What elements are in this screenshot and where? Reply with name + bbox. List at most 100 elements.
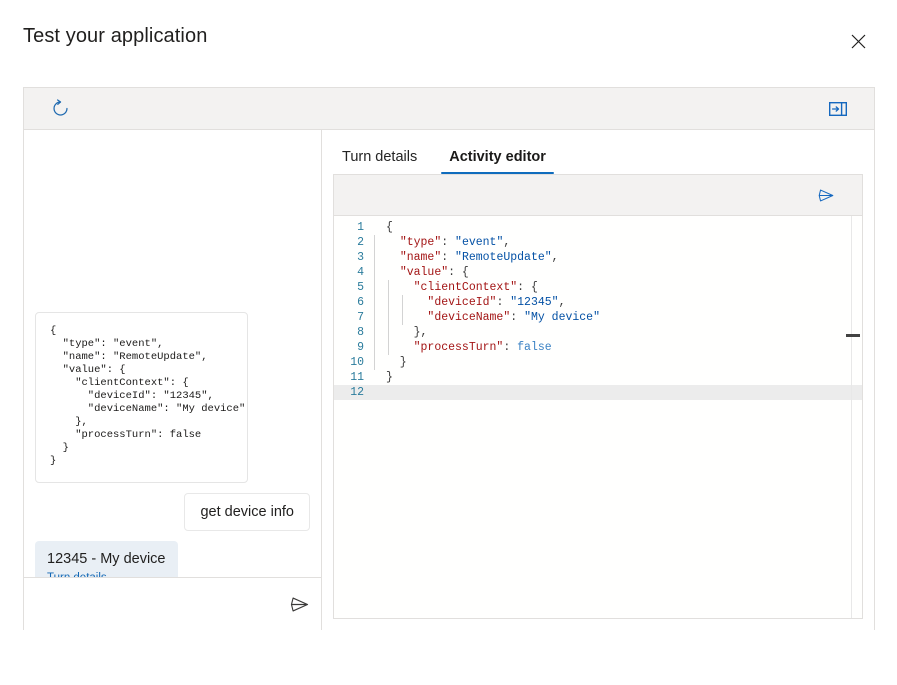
code-line-text: "type": "event",: [374, 235, 862, 250]
code-line-text: "name": "RemoteUpdate",: [374, 250, 862, 265]
token-str: "event": [455, 236, 504, 249]
send-icon[interactable]: [812, 181, 840, 209]
code-line[interactable]: 12: [334, 385, 862, 400]
indent-guide: [374, 325, 375, 340]
indent-guide: [387, 295, 389, 310]
token-punc: {: [386, 221, 393, 234]
send-icon[interactable]: [277, 578, 321, 630]
token-punc: ,: [503, 236, 511, 249]
indent-guide: [387, 280, 389, 295]
token-punc: ,: [558, 296, 566, 309]
code-line[interactable]: 9 "processTurn": false: [334, 340, 862, 355]
json-code-editor[interactable]: 1{2 "type": "event", 3 "name": "RemoteUpd…: [334, 216, 862, 618]
token-punc: [386, 341, 414, 354]
chat-input[interactable]: [24, 578, 277, 630]
line-number: 10: [350, 356, 364, 369]
line-number: 6: [357, 296, 364, 309]
chat-panel: { "type": "event", "name": "RemoteUpdate…: [24, 130, 322, 630]
code-line[interactable]: 6 "deviceId": "12345",: [334, 295, 862, 310]
token-key: "type": [399, 236, 442, 249]
token-punc: }: [386, 356, 407, 369]
token-punc: [386, 251, 400, 264]
code-line[interactable]: 4 "value": {: [334, 265, 862, 280]
token-punc: : {: [448, 266, 469, 279]
token-punc: :: [503, 341, 518, 354]
indent-guide: [374, 340, 375, 355]
code-line[interactable]: 11}: [334, 370, 862, 385]
panel-toolbar: [24, 88, 874, 130]
code-line[interactable]: 8 },: [334, 325, 862, 340]
code-line[interactable]: 3 "name": "RemoteUpdate",: [334, 250, 862, 265]
code-line-text: "value": {: [374, 265, 862, 280]
token-punc: }: [386, 371, 393, 384]
code-line-text: "deviceName": "My device": [374, 310, 862, 325]
bot-message-text: 12345 - My device: [47, 551, 166, 567]
code-line[interactable]: 1{: [334, 220, 862, 235]
bot-json-message: { "type": "event", "name": "RemoteUpdate…: [35, 312, 248, 483]
page-title: Test your application: [23, 25, 208, 47]
token-punc: :: [441, 251, 456, 264]
code-line[interactable]: 5 "clientContext": {: [334, 280, 862, 295]
user-message: get device info: [184, 493, 310, 531]
chat-transcript[interactable]: { "type": "event", "name": "RemoteUpdate…: [24, 130, 321, 577]
token-bool: false: [517, 341, 552, 354]
code-line[interactable]: 2 "type": "event",: [334, 235, 862, 250]
panel-expand-icon[interactable]: [816, 88, 860, 129]
tab-activity-editor[interactable]: Activity editor: [439, 149, 556, 174]
indent-guide: [401, 295, 403, 310]
indent-guide: [374, 250, 375, 265]
code-line-text: "deviceId": "12345",: [374, 295, 862, 310]
line-number: 8: [357, 326, 364, 339]
token-punc: :: [496, 296, 511, 309]
line-number: 7: [357, 311, 364, 324]
token-punc: [386, 311, 427, 324]
code-line[interactable]: 10 }: [334, 355, 862, 370]
token-key: "deviceName": [427, 311, 511, 324]
list-item: get device info: [35, 493, 310, 531]
token-punc: :: [441, 236, 456, 249]
line-number: 5: [357, 281, 364, 294]
line-number: 2: [357, 236, 364, 249]
indent-guide: [374, 355, 375, 370]
code-line-text: }: [374, 370, 862, 385]
token-punc: },: [386, 326, 428, 339]
code-line-text: },: [374, 325, 862, 340]
indent-guide: [374, 235, 375, 250]
bot-message: 12345 - My device Turn details: [35, 541, 179, 577]
indent-guide: [374, 265, 375, 280]
activity-editor-panel: Turn details Activity editor 1{2 "type":…: [322, 130, 874, 630]
token-punc: ,: [551, 251, 559, 264]
editor-scroll-marker[interactable]: [846, 334, 860, 337]
indent-guide: [374, 295, 375, 310]
indent-guide: [374, 310, 375, 325]
indent-guide: [387, 340, 389, 355]
panel-body: { "type": "event", "name": "RemoteUpdate…: [24, 130, 874, 630]
test-application-dialog: Test your application {"type": "event",…: [0, 0, 897, 685]
refresh-icon[interactable]: [38, 88, 82, 129]
test-panel-frame: { "type": "event", "name": "RemoteUpdate…: [23, 87, 875, 630]
code-line[interactable]: 7 "deviceName": "My device": [334, 310, 862, 325]
token-str: "My device": [524, 311, 600, 324]
code-line-text: {: [374, 220, 862, 235]
token-key: "processTurn": [413, 341, 504, 354]
token-punc: [386, 266, 400, 279]
tab-turn-details[interactable]: Turn details: [332, 149, 427, 174]
editor-right-rule: [851, 216, 852, 618]
editor-tabs: Turn details Activity editor: [322, 130, 874, 174]
token-punc: [386, 281, 414, 294]
line-number: 11: [350, 371, 364, 384]
line-number: 9: [357, 341, 364, 354]
indent-guide: [374, 280, 375, 295]
token-key: "clientContext": [413, 281, 518, 294]
token-key: "value": [399, 266, 449, 279]
code-line-text: "processTurn": false: [374, 340, 862, 355]
code-line-text: "clientContext": {: [374, 280, 862, 295]
token-punc: : {: [517, 281, 538, 294]
indent-guide: [401, 310, 403, 325]
chat-composer: [24, 577, 321, 630]
token-punc: :: [510, 311, 525, 324]
close-icon[interactable]: [843, 26, 873, 56]
code-line-text: }: [374, 355, 862, 370]
line-number: 4: [357, 266, 364, 279]
indent-guide: [387, 310, 389, 325]
